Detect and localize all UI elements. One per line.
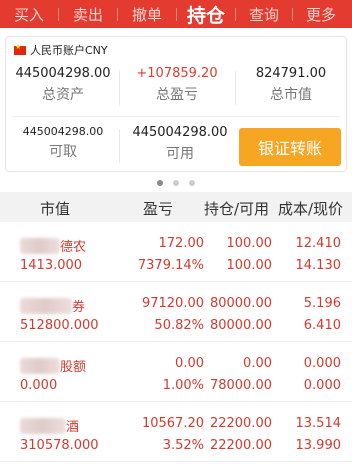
available-cell: 22200.00 (209, 438, 272, 453)
position-row[interactable]: 股额 0.000 0.00 1.00% 0.00 78000.00 0.000 … (0, 344, 352, 402)
available-cell: 80000.00 (209, 318, 272, 333)
available-label: 可用 (166, 146, 194, 162)
market-value-value: 824791.00 (255, 66, 327, 81)
divider (12, 116, 340, 117)
header-cost-price[interactable]: 成本/现价 (278, 198, 343, 219)
positions-table-header: 市值 盈亏 持仓/可用 成本/现价 (0, 192, 352, 222)
position-cell: 0.00 (243, 356, 272, 371)
redacted-name (20, 417, 66, 434)
bank-securities-transfer-button[interactable]: 银证转账 (239, 128, 341, 166)
withdrawable-value: 445004298.00 (22, 125, 104, 138)
market-value: 824791.00 总市值 (238, 66, 344, 104)
cost-cell: 5.196 (303, 296, 341, 311)
pnl-pct-cell: 1.00% (162, 378, 204, 393)
header-market-value[interactable]: 市值 (40, 198, 70, 219)
withdrawable-label: 可取 (49, 144, 77, 160)
pnl-pct-cell: 50.82% (154, 318, 204, 333)
pnl-cell: 10567.20 (141, 416, 204, 431)
header-position-available[interactable]: 持仓/可用 (204, 198, 269, 219)
page-dot[interactable] (157, 180, 163, 186)
cost-cell: 12.410 (295, 236, 342, 251)
market-value-cell: 512800.000 (20, 318, 99, 333)
redacted-name (20, 357, 60, 374)
tab-positions[interactable]: 持仓 (177, 1, 235, 32)
redacted-name (20, 297, 72, 314)
divider (119, 71, 120, 105)
total-assets-value: 445004298.00 (15, 66, 111, 81)
account-header: 人民币账户CNY (14, 42, 108, 58)
total-pnl-label: 总盈亏 (156, 87, 198, 103)
page-indicator (0, 176, 352, 190)
price-cell: 13.990 (295, 438, 342, 453)
total-assets: 445004298.00 总资产 (10, 66, 116, 104)
tab-buy[interactable]: 买入 (0, 4, 58, 25)
available-cell: 100.00 (226, 258, 273, 273)
stock-name-visible: 德农 (60, 240, 87, 255)
account-label: 人民币账户CNY (30, 44, 108, 57)
total-assets-label: 总资产 (42, 87, 84, 103)
position-row[interactable]: 德农 1413.000 172.00 7379.14% 100.00 100.0… (0, 224, 352, 282)
divider (235, 71, 236, 105)
divider (119, 129, 120, 163)
withdrawable: 445004298.00 可取 (10, 125, 116, 161)
top-tab-bar: 买入 卖出 撤单 持仓 查询 更多 (0, 0, 352, 32)
market-value-label: 总市值 (270, 87, 312, 103)
stock-name: 酒 (20, 416, 79, 435)
market-value-cell: 1413.000 (20, 258, 83, 273)
market-value-cell: 310578.000 (20, 438, 99, 453)
stock-name: 券 (20, 296, 85, 315)
tab-more[interactable]: 更多 (293, 4, 349, 25)
price-cell: 0.000 (303, 378, 341, 393)
cost-cell: 13.514 (295, 416, 342, 431)
redacted-name (20, 237, 60, 254)
position-cell: 22200.00 (209, 416, 272, 431)
available-value: 445004298.00 (132, 125, 228, 140)
stock-name: 股额 (20, 356, 86, 375)
stock-name-visible: 券 (72, 300, 86, 315)
position-row[interactable]: 券 512800.000 97120.00 50.82% 80000.00 80… (0, 284, 352, 342)
position-row[interactable]: 酒 310578.000 10567.20 3.52% 22200.00 222… (0, 404, 352, 462)
account-summary-card: 人民币账户CNY 445004298.00 总资产 +107859.20 总盈亏… (5, 36, 347, 172)
position-cell: 80000.00 (209, 296, 272, 311)
pnl-cell: 0.00 (175, 356, 204, 371)
cost-cell: 0.000 (303, 356, 341, 371)
pnl-cell: 172.00 (158, 236, 205, 251)
market-value-cell: 0.000 (20, 378, 58, 393)
page-dot[interactable] (173, 180, 179, 186)
stock-name: 德农 (20, 236, 86, 255)
header-pnl[interactable]: 盈亏 (143, 198, 173, 219)
stock-name-visible: 酒 (66, 420, 80, 435)
available-cell: 78000.00 (209, 378, 272, 393)
total-pnl: +107859.20 总盈亏 (122, 66, 232, 104)
price-cell: 6.410 (303, 318, 341, 333)
china-flag-icon (14, 43, 26, 55)
pnl-pct-cell: 3.52% (162, 438, 204, 453)
pnl-cell: 97120.00 (141, 296, 204, 311)
page-dot[interactable] (189, 180, 195, 186)
position-cell: 100.00 (226, 236, 273, 251)
pnl-pct-cell: 7379.14% (137, 258, 204, 273)
price-cell: 14.130 (295, 258, 342, 273)
stock-name-visible: 股额 (60, 360, 87, 375)
tab-query[interactable]: 查询 (236, 4, 292, 25)
tab-sell[interactable]: 卖出 (59, 4, 117, 25)
tab-cancel[interactable]: 撤单 (118, 4, 176, 25)
available: 445004298.00 可用 (122, 125, 238, 163)
total-pnl-value: +107859.20 (136, 66, 218, 81)
